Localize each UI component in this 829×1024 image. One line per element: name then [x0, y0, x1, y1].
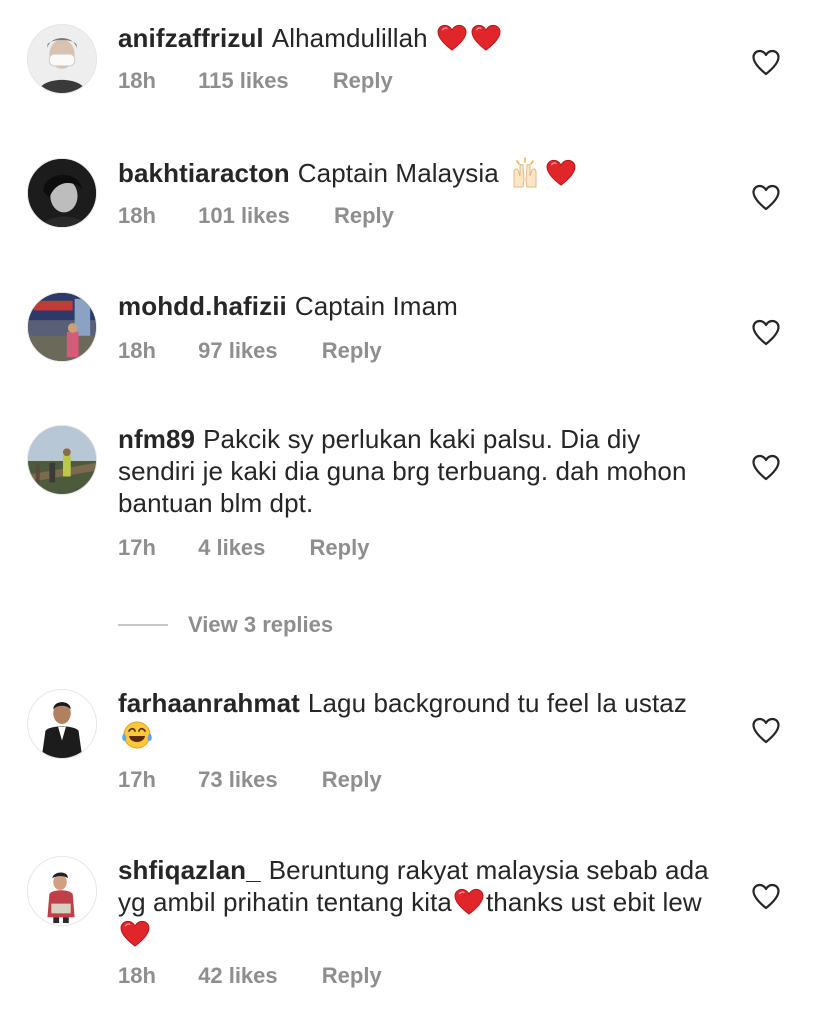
- view-replies-label[interactable]: View 3 replies: [188, 612, 333, 638]
- comment-body: Alhamdulillah: [271, 23, 428, 53]
- like-heart-icon[interactable]: [751, 318, 781, 348]
- likes-count[interactable]: 115 likes: [198, 68, 289, 94]
- reply-button[interactable]: Reply: [322, 963, 382, 989]
- replies-divider: [118, 624, 168, 626]
- like-heart-icon[interactable]: [751, 716, 781, 746]
- comment-username[interactable]: nfm89: [118, 424, 195, 454]
- avatar-image: [28, 159, 96, 227]
- comment-username[interactable]: anifzaffrizul: [118, 23, 264, 53]
- avatar[interactable]: [27, 158, 97, 228]
- comment-meta: 18h 101 likes Reply: [118, 203, 394, 229]
- comment-text: bakhtiaracton Captain Malaysia: [118, 156, 718, 189]
- comment-time: 17h: [118, 535, 156, 560]
- comment-time: 18h: [118, 68, 156, 93]
- comment-text: nfm89 Pakcik sy perlukan kaki palsu. Dia …: [118, 423, 718, 519]
- comment-body: Captain Imam: [294, 291, 458, 321]
- raising-hands-emoji: [513, 157, 537, 188]
- red-heart-emoji: [437, 24, 467, 52]
- reply-button[interactable]: Reply: [334, 203, 394, 229]
- reply-button[interactable]: Reply: [310, 535, 370, 561]
- comment-text: shfiqazlan_ Beruntung rakyat malaysia seb…: [118, 854, 718, 950]
- avatar-image: [28, 690, 96, 758]
- comment-username[interactable]: bakhtiaracton: [118, 158, 290, 188]
- comment-time: 17h: [118, 767, 156, 792]
- comment-username[interactable]: farhaanrahmat: [118, 688, 300, 718]
- comment-time: 18h: [118, 963, 156, 988]
- comment-body: Pakcik sy perlukan kaki palsu. Dia diy s…: [118, 424, 687, 518]
- comment-time: 18h: [118, 203, 156, 228]
- avatar-image: [28, 857, 96, 925]
- likes-count[interactable]: 42 likes: [198, 963, 278, 989]
- comment-username[interactable]: shfiqazlan_: [118, 855, 261, 885]
- comment-body: Captain Malaysia: [297, 158, 499, 188]
- view-replies-button[interactable]: View 3 replies: [118, 611, 333, 639]
- reply-button[interactable]: Reply: [333, 68, 393, 94]
- avatar[interactable]: [27, 856, 97, 926]
- red-heart-emoji: [546, 159, 576, 187]
- like-heart-icon[interactable]: [751, 453, 781, 483]
- comment-time: 18h: [118, 338, 156, 363]
- comment-body: thanks ust ebit lew: [485, 887, 702, 917]
- red-heart-emoji: [471, 24, 501, 52]
- tears-of-joy-emoji: [122, 721, 152, 749]
- avatar[interactable]: [27, 689, 97, 759]
- comment-text: farhaanrahmat Lagu background tu feel la …: [118, 687, 718, 752]
- comment-body: Lagu background tu feel la ustaz: [307, 688, 687, 718]
- like-heart-icon[interactable]: [751, 183, 781, 213]
- comment-meta: 18h 97 likes Reply: [118, 338, 382, 364]
- comment-meta: 17h 4 likes Reply: [118, 535, 369, 561]
- likes-count[interactable]: 4 likes: [198, 535, 265, 561]
- avatar[interactable]: [27, 292, 97, 362]
- avatar[interactable]: [27, 425, 97, 495]
- comment-text: mohdd.hafizii Captain Imam: [118, 290, 718, 322]
- reply-button[interactable]: Reply: [322, 767, 382, 793]
- comment-meta: 18h 115 likes Reply: [118, 68, 393, 94]
- comment-username[interactable]: mohdd.hafizii: [118, 291, 287, 321]
- comment-meta: 17h 73 likes Reply: [118, 767, 382, 793]
- likes-count[interactable]: 97 likes: [198, 338, 278, 364]
- comment-meta: 18h 42 likes Reply: [118, 963, 382, 989]
- avatar[interactable]: [27, 24, 97, 94]
- like-heart-icon[interactable]: [751, 48, 781, 78]
- avatar-image: [28, 25, 96, 93]
- avatar-image: [28, 426, 96, 494]
- comment-text: anifzaffrizul Alhamdulillah: [118, 22, 718, 54]
- like-heart-icon[interactable]: [751, 882, 781, 912]
- likes-count[interactable]: 101 likes: [198, 203, 290, 229]
- red-heart-emoji: [120, 920, 150, 948]
- red-heart-emoji: [454, 888, 484, 916]
- avatar-image: [28, 293, 96, 361]
- likes-count[interactable]: 73 likes: [198, 767, 278, 793]
- reply-button[interactable]: Reply: [322, 338, 382, 364]
